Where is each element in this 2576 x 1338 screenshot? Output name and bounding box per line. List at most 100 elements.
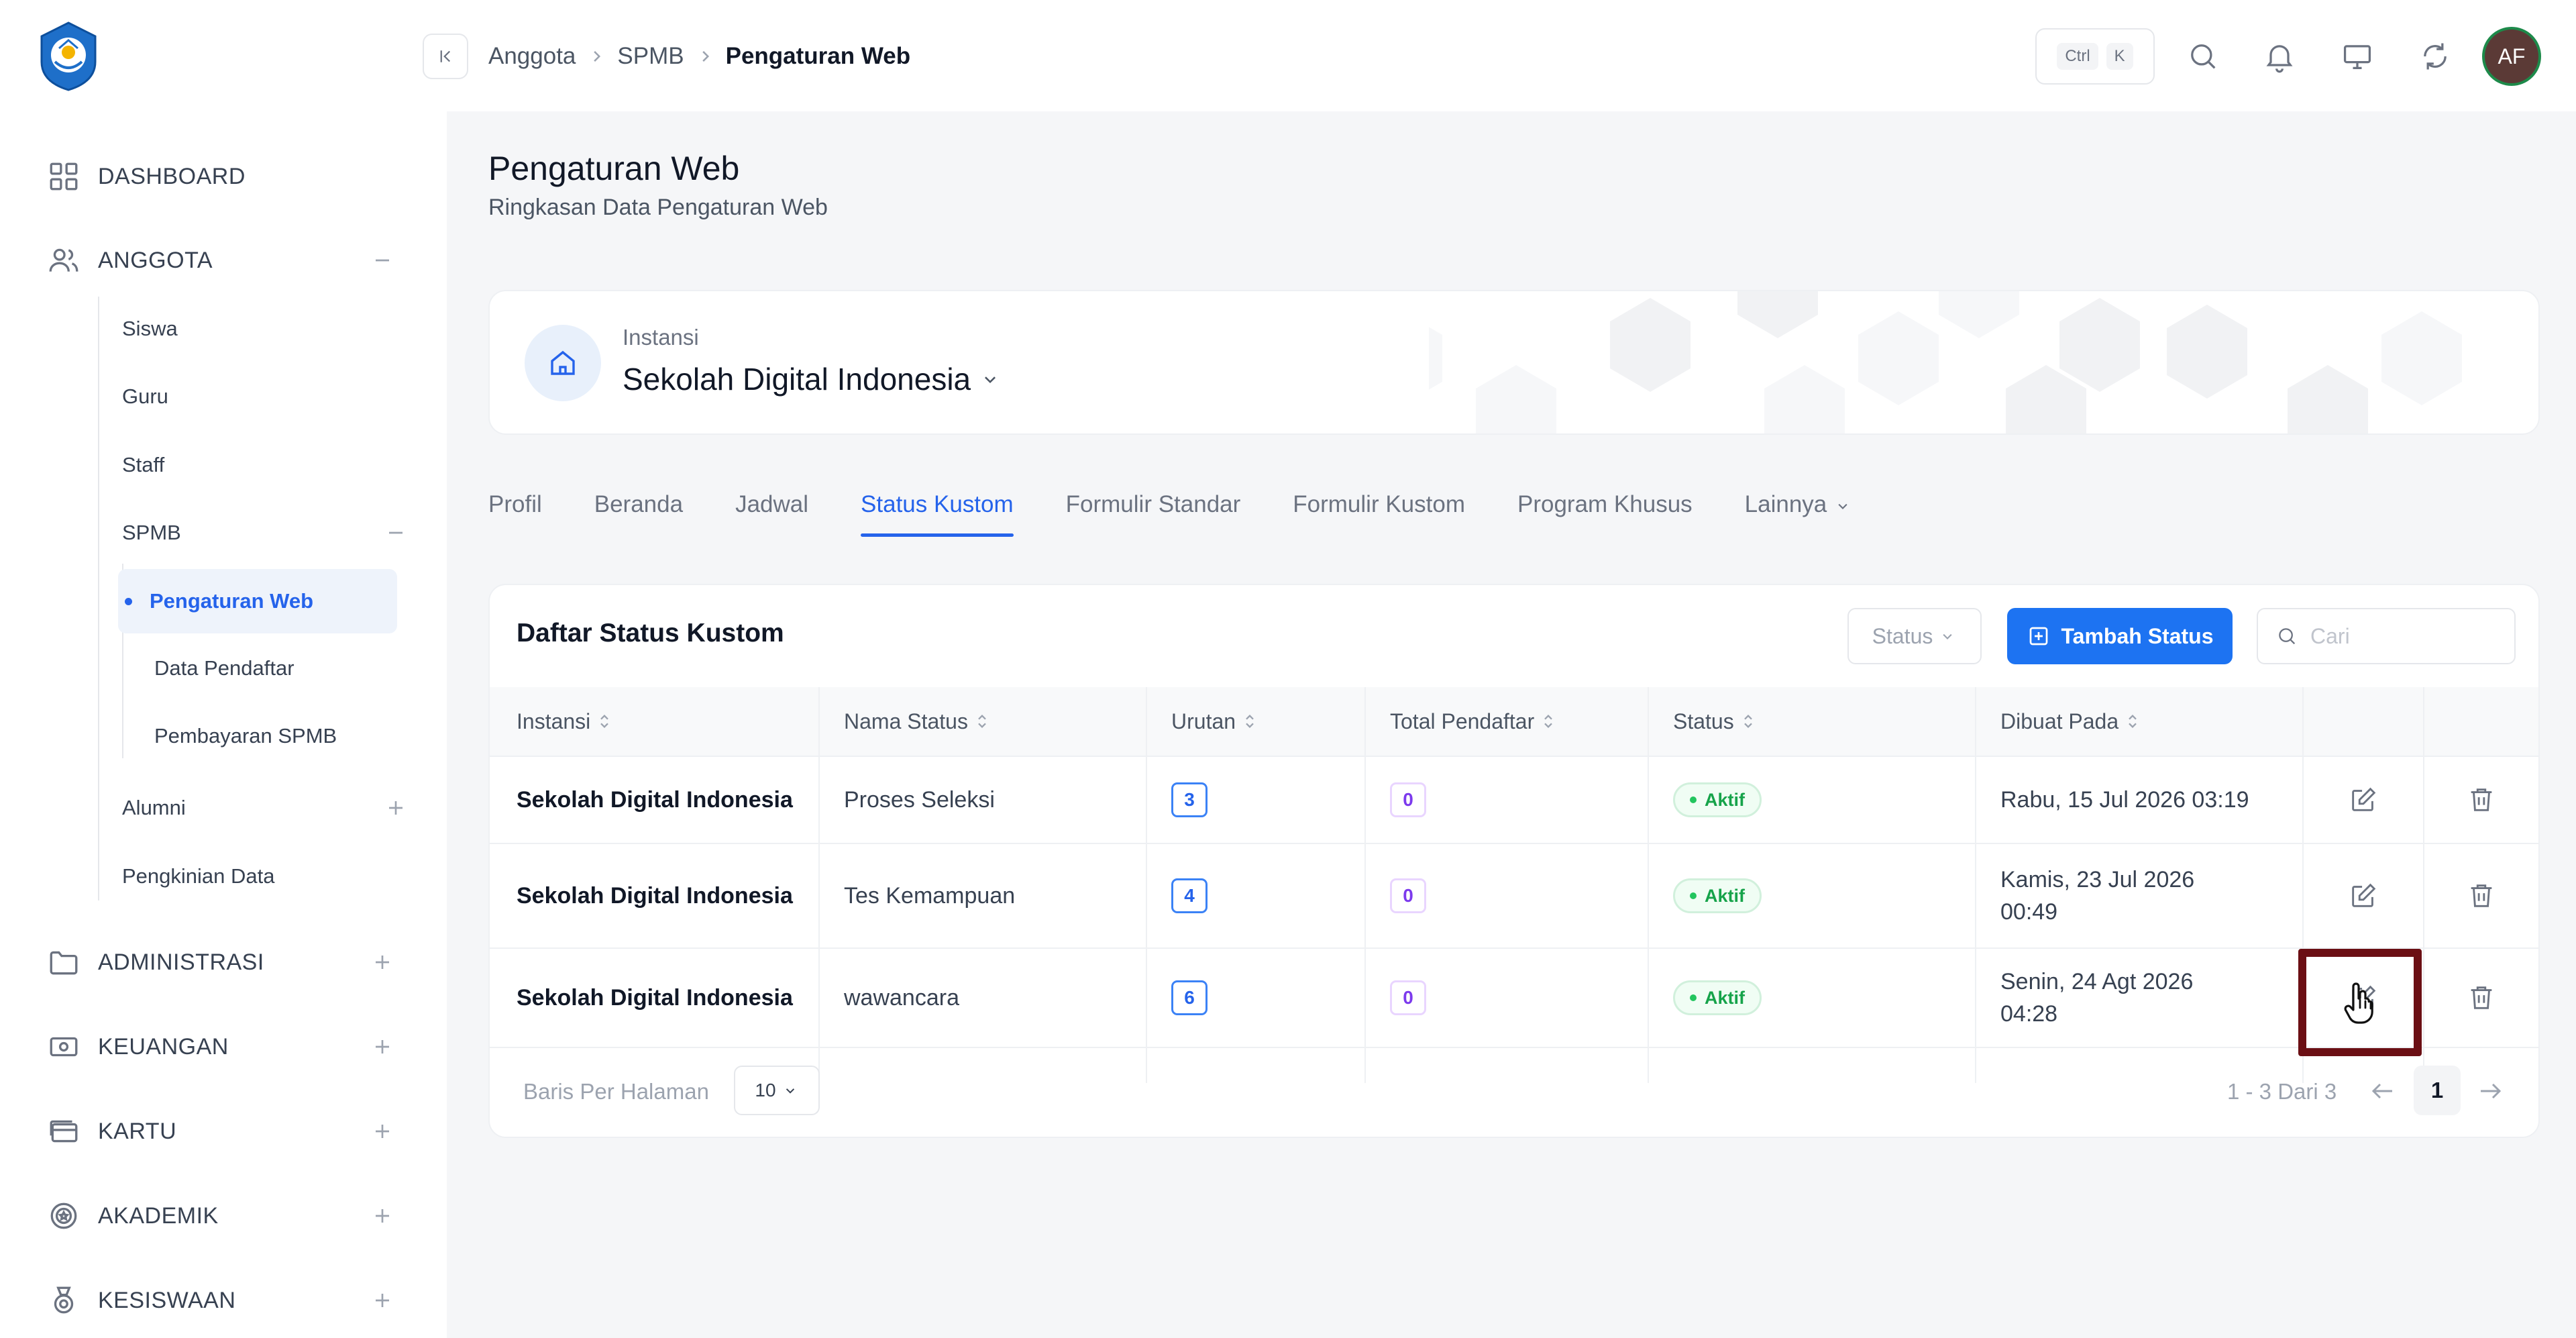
sidebar-item-alumni[interactable]: Alumni xyxy=(122,788,404,828)
collapse-minus-icon[interactable] xyxy=(382,519,409,546)
expand-plus-icon[interactable] xyxy=(369,1033,396,1060)
avatar-initials: AF xyxy=(2498,44,2526,68)
grid-icon xyxy=(47,160,80,193)
cell-instansi: Sekolah Digital Indonesia xyxy=(517,786,793,813)
tab-formulir-standar[interactable]: Formulir Standar xyxy=(1066,483,1241,537)
search-input[interactable] xyxy=(2309,623,2497,650)
status-filter-dropdown[interactable]: Status xyxy=(1847,608,1982,664)
sidebar-item-data-pendaftar[interactable]: Data Pendaftar xyxy=(154,648,294,688)
trash-icon[interactable] xyxy=(2466,982,2497,1013)
column-header-label: Instansi xyxy=(517,709,591,733)
sidebar-item-label: KESISWAAN xyxy=(98,1287,236,1313)
page-number-current[interactable]: 1 xyxy=(2414,1066,2461,1115)
collapse-minus-icon[interactable] xyxy=(369,247,396,274)
table-row: Sekolah Digital Indonesia Tes Kemampuan … xyxy=(490,843,2538,947)
cell-instansi: Sekolah Digital Indonesia xyxy=(517,882,793,909)
column-header-nama-status[interactable]: Nama Status xyxy=(844,687,989,756)
expand-plus-icon[interactable] xyxy=(369,1287,396,1314)
date-line-1: Rabu, 15 Jul 2026 03:19 xyxy=(2000,787,2249,813)
cell-urutan: 4 xyxy=(1171,844,1208,947)
expand-plus-icon[interactable] xyxy=(369,1118,396,1145)
sidebar-item-dashboard[interactable]: DASHBOARD xyxy=(47,153,409,200)
date-line-2: 00:49 xyxy=(2000,899,2058,925)
sidebar-item-siswa[interactable]: Siswa xyxy=(122,309,178,349)
breadcrumb-item-spmb[interactable]: SPMB xyxy=(617,43,684,70)
sidebar-item-akademik[interactable]: AKADEMIK xyxy=(47,1192,409,1239)
status-badge: Aktif xyxy=(1673,782,1762,817)
arrow-left-icon[interactable] xyxy=(2367,1075,2399,1107)
tab-formulir-kustom[interactable]: Formulir Kustom xyxy=(1293,483,1465,537)
expand-plus-icon[interactable] xyxy=(369,949,396,976)
monitor-icon[interactable] xyxy=(2340,39,2375,74)
rows-per-page-select[interactable]: 10 xyxy=(734,1066,820,1115)
sidebar-item-pengkinian-data[interactable]: Pengkinian Data xyxy=(122,856,275,896)
cell-nama-status: wawancara xyxy=(844,984,959,1011)
breadcrumb: Anggota SPMB Pengaturan Web xyxy=(488,39,910,74)
sidebar-item-pembayaran-spmb[interactable]: Pembayaran SPMB xyxy=(154,716,337,756)
cell-nama-status: Proses Seleksi xyxy=(844,786,995,813)
sidebar-item-label: ADMINISTRASI xyxy=(98,949,264,975)
sidebar-collapse-button[interactable] xyxy=(423,34,468,79)
rows-per-page-label: Baris Per Halaman xyxy=(523,1079,709,1104)
column-header-total-pendaftar[interactable]: Total Pendaftar xyxy=(1390,687,1556,756)
bell-icon[interactable] xyxy=(2262,39,2297,74)
tab-status-kustom[interactable]: Status Kustom xyxy=(861,483,1014,537)
tab-profil[interactable]: Profil xyxy=(488,483,542,537)
sidebar-item-administrasi[interactable]: ADMINISTRASI xyxy=(47,939,409,986)
hand-pointer-cursor-icon xyxy=(2344,982,2373,1024)
tab-beranda[interactable]: Beranda xyxy=(594,483,683,537)
trash-icon[interactable] xyxy=(2466,784,2497,815)
date-line-1: Kamis, 23 Jul 2026 xyxy=(2000,867,2195,892)
tab-lainnya[interactable]: Lainnya xyxy=(1745,483,1853,537)
sidebar-item-pengaturan-web[interactable]: Pengaturan Web xyxy=(118,569,397,633)
tab-jadwal[interactable]: Jadwal xyxy=(735,483,808,537)
sidebar-item-anggota[interactable]: ANGGOTA xyxy=(47,237,409,284)
column-header-label: Urutan xyxy=(1171,709,1236,733)
instansi-selector[interactable]: Sekolah Digital Indonesia xyxy=(623,361,1002,397)
sidebar-item-keuangan[interactable]: KEUANGAN xyxy=(47,1023,409,1070)
sidebar-item-label: ANGGOTA xyxy=(98,247,213,273)
status-dot xyxy=(1690,892,1697,899)
edit-icon[interactable] xyxy=(2348,784,2379,815)
sidebar-item-label: AKADEMIK xyxy=(98,1202,219,1229)
sidebar-item-spmb[interactable]: SPMB xyxy=(122,513,404,553)
column-header-label: Total Pendaftar xyxy=(1390,709,1535,733)
status-badge-label: Aktif xyxy=(1705,987,1745,1008)
sidebar-item-staff[interactable]: Staff xyxy=(122,445,164,485)
tut-wuri-handayani-logo[interactable] xyxy=(35,21,102,91)
edit-icon[interactable] xyxy=(2348,880,2379,911)
column-header-instansi[interactable]: Instansi xyxy=(517,687,612,756)
sidebar-item-label: Data Pendaftar xyxy=(154,656,294,680)
status-badge: Aktif xyxy=(1673,980,1762,1015)
medal-icon xyxy=(47,1284,80,1317)
expand-plus-icon[interactable] xyxy=(369,1202,396,1229)
column-header-dibuat-pada[interactable]: Dibuat Pada xyxy=(2000,687,2140,756)
column-header-status[interactable]: Status xyxy=(1673,687,1756,756)
sort-icon xyxy=(1541,711,1556,731)
column-header-urutan[interactable]: Urutan xyxy=(1171,687,1257,756)
tab-program-khusus[interactable]: Program Khusus xyxy=(1517,483,1693,537)
cell-urutan: 6 xyxy=(1171,949,1208,1047)
sidebar-item-kartu[interactable]: KARTU xyxy=(47,1108,409,1155)
cell-status: Aktif xyxy=(1673,757,1762,843)
add-status-button[interactable]: Tambah Status xyxy=(2007,608,2233,664)
refresh-icon[interactable] xyxy=(2418,39,2453,74)
folder-icon xyxy=(47,945,80,979)
sidebar-item-guru[interactable]: Guru xyxy=(122,376,168,417)
breadcrumb-item-anggota[interactable]: Anggota xyxy=(488,43,576,70)
date-line-1: Senin, 24 Agt 2026 xyxy=(2000,969,2194,994)
user-avatar[interactable]: AF xyxy=(2482,27,2541,86)
sidebar-item-label: Guru xyxy=(122,384,168,408)
total-badge: 0 xyxy=(1390,878,1426,913)
status-filter-label: Status xyxy=(1872,623,1933,648)
command-shortcut-button[interactable]: Ctrl K xyxy=(2035,28,2155,85)
search-field[interactable] xyxy=(2257,608,2516,664)
plus-square-icon xyxy=(2027,624,2051,648)
search-icon[interactable] xyxy=(2186,39,2220,74)
sidebar-item-kesiswaan[interactable]: KESISWAAN xyxy=(47,1277,409,1324)
add-status-label: Tambah Status xyxy=(2061,623,2214,648)
trash-icon[interactable] xyxy=(2466,880,2497,911)
expand-plus-icon[interactable] xyxy=(382,794,409,821)
arrow-right-icon[interactable] xyxy=(2474,1075,2506,1107)
sidebar-item-label: Alumni xyxy=(122,796,186,819)
